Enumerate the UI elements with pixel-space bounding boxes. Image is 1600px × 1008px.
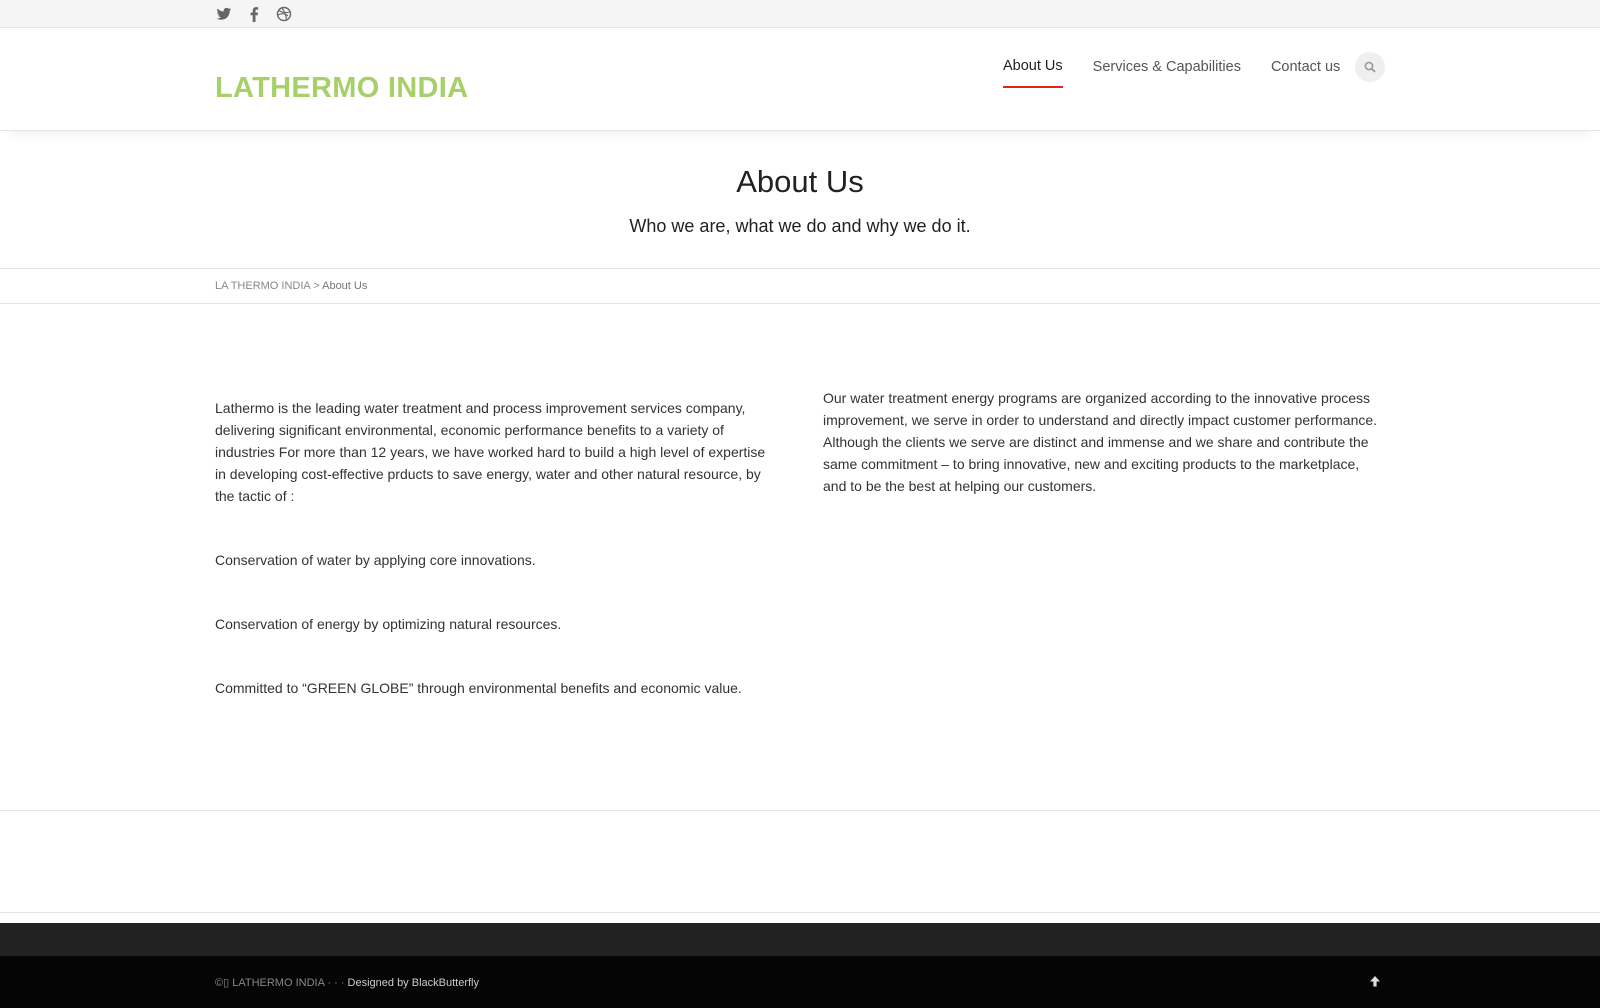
site-header: LATHERMO INDIA About Us Services & Capab… <box>0 28 1600 131</box>
programs-paragraph: Our water treatment energy programs are … <box>823 390 1378 494</box>
footer-top <box>0 923 1600 956</box>
breadcrumb-home-link[interactable]: LA THERMO INDIA <box>215 280 310 292</box>
spacer-section <box>0 811 1600 913</box>
social-links <box>215 5 293 23</box>
tactic-item: Committed to “GREEN GLOBE” through envir… <box>215 680 742 696</box>
page-title: About Us <box>736 164 864 199</box>
facebook-icon[interactable] <box>245 5 263 23</box>
site-logo[interactable]: LATHERMO INDIA <box>215 72 468 105</box>
main-nav: About Us Services & Capabilities Contact… <box>1003 58 1370 88</box>
breadcrumb-separator: > <box>313 280 320 292</box>
content-right-column: Our water treatment energy programs are … <box>823 387 1383 497</box>
copyright-text: ©▯ LATHERMO INDIA · · · <box>215 977 345 989</box>
search-button[interactable] <box>1355 52 1385 82</box>
footer: ©▯ LATHERMO INDIA · · · Designed by Blac… <box>0 956 1600 1008</box>
tactic-item: Conservation of water by applying core i… <box>215 552 536 568</box>
nav-services-capabilities[interactable]: Services & Capabilities <box>1093 59 1241 87</box>
page-subtitle: Who we are, what we do and why we do it. <box>629 216 971 236</box>
designer-credit-link[interactable]: Designed by BlackButterfly <box>348 977 479 989</box>
breadcrumb: LA THERMO INDIA > About Us <box>0 269 1600 304</box>
search-icon <box>1364 61 1376 73</box>
content-left-column: Lathermo is the leading water treatment … <box>215 397 770 741</box>
back-to-top-button[interactable] <box>1368 974 1382 988</box>
arrow-up-icon <box>1370 976 1380 987</box>
nav-about-us[interactable]: About Us <box>1003 58 1063 88</box>
nav-contact-us[interactable]: Contact us <box>1271 59 1340 87</box>
tactic-item: Conservation of energy by optimizing nat… <box>215 616 562 632</box>
twitter-icon[interactable] <box>215 5 233 23</box>
page-header: About Us Who we are, what we do and why … <box>0 131 1600 269</box>
dribbble-icon[interactable] <box>275 5 293 23</box>
top-bar <box>0 0 1600 28</box>
footer-copyright: ©▯ LATHERMO INDIA · · · Designed by Blac… <box>215 976 479 989</box>
intro-paragraph: Lathermo is the leading water treatment … <box>215 400 766 504</box>
breadcrumb-current: About Us <box>322 280 368 292</box>
main-content: Lathermo is the leading water treatment … <box>0 304 1600 811</box>
